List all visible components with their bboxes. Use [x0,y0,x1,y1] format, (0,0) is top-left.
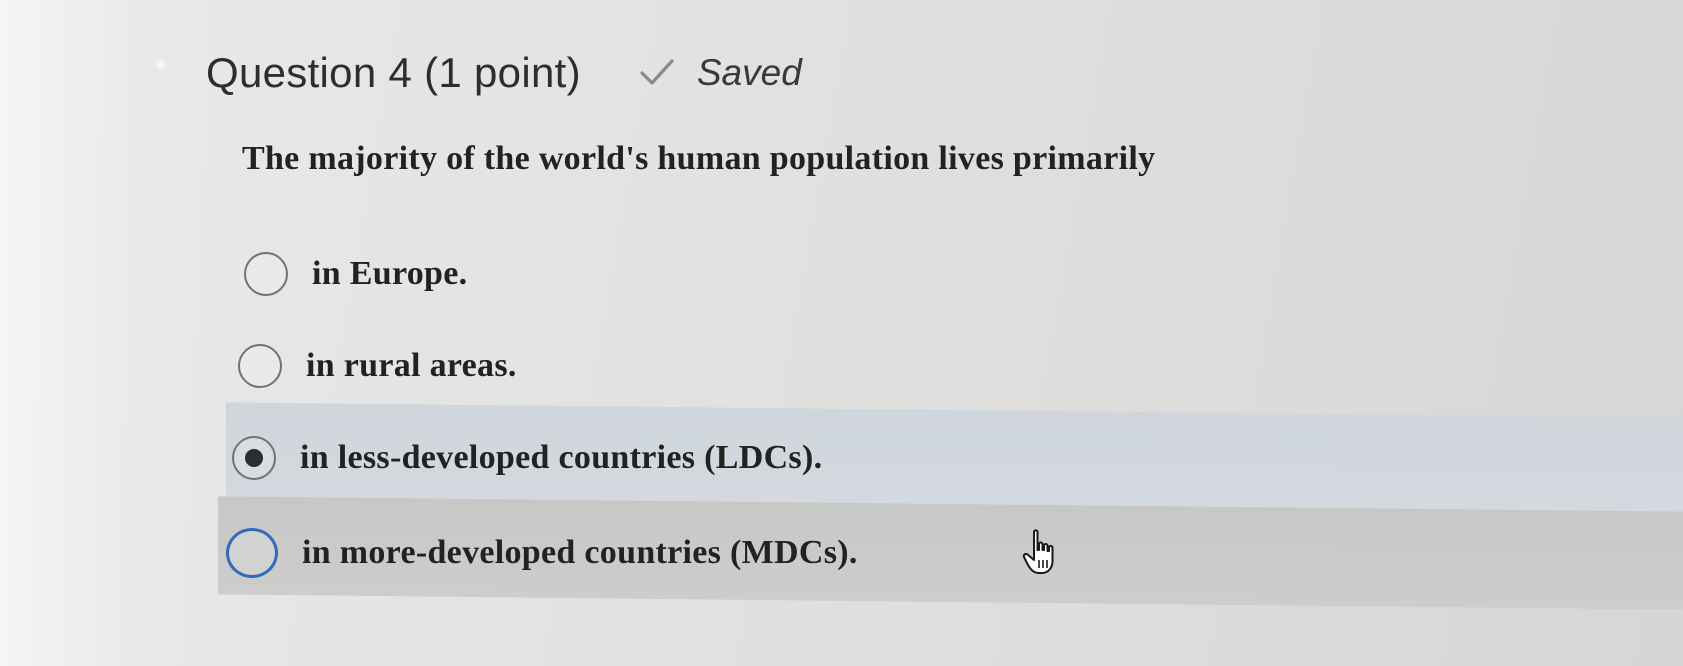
radio-button-selected[interactable] [232,436,276,480]
option-label[interactable]: in more-developed countries (MDCs). [302,534,858,572]
radio-button[interactable] [244,252,288,296]
question-header: Question 4 (1 point) Saved [206,38,802,108]
screen-glare [0,0,220,666]
option-label[interactable]: in rural areas. [306,347,517,385]
answer-option-europe[interactable]: in Europe. [244,252,467,296]
saved-status: Saved [637,52,802,94]
saved-label: Saved [696,52,802,93]
question-title: Question 4 (1 point) [206,49,581,96]
radio-button-focused[interactable] [226,528,278,578]
radio-button[interactable] [238,344,282,388]
answer-option-mdcs[interactable]: in more-developed countries (MDCs). [226,528,858,578]
option-label[interactable]: in Europe. [312,255,467,293]
question-prompt: The majority of the world's human popula… [242,140,1156,177]
hand-pointer-cursor-icon [1022,529,1054,574]
answer-option-ldcs[interactable]: in less-developed countries (LDCs). [232,436,822,480]
answer-option-rural-areas[interactable]: in rural areas. [238,344,517,388]
question-bullet [156,60,165,69]
radio-selected-dot [245,449,263,467]
option-label[interactable]: in less-developed countries (LDCs). [300,439,822,477]
check-icon [640,59,674,85]
